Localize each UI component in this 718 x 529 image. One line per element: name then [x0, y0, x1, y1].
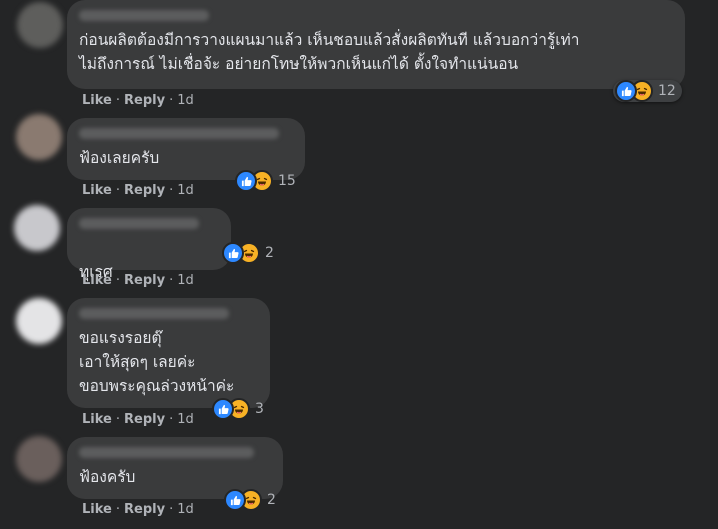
comment-text: ขอแรงรอยตุ๊ เอาให้สุดๆ เลยค่ะ ขอบพระคุณล… [79, 329, 235, 395]
like-link[interactable]: Like [82, 412, 112, 427]
author-name-blurred[interactable] [79, 308, 229, 319]
comment-text: ฟ้องครับ [79, 468, 136, 486]
reaction-count: 12 [658, 83, 676, 99]
separator: · [169, 502, 174, 517]
reaction-count: 2 [267, 492, 276, 508]
like-icon [235, 170, 257, 192]
like-link[interactable]: Like [82, 183, 112, 198]
like-icon [222, 242, 244, 264]
reaction-count: 3 [255, 401, 264, 417]
comment-bubble: ขอแรงรอยตุ๊ เอาให้สุดๆ เลยค่ะ ขอบพระคุณล… [67, 298, 270, 408]
avatar[interactable] [16, 114, 62, 160]
timestamp[interactable]: 1d [177, 93, 194, 108]
separator: · [169, 93, 174, 108]
comment-text: ก่อนผลิตต้องมีการวางแผนมาแล้ว เห็นชอบแล้… [79, 31, 580, 73]
reply-link[interactable]: Reply [124, 412, 165, 427]
comment-actions: Like · Reply · 1d [82, 183, 194, 198]
reply-link[interactable]: Reply [124, 502, 165, 517]
comment-bubble: ทุเรศ [67, 208, 231, 327]
reaction-summary[interactable]: 3 [210, 398, 270, 420]
separator: · [115, 412, 120, 427]
comment-actions: Like · Reply · 1d [82, 412, 194, 427]
reply-link[interactable]: Reply [124, 273, 165, 288]
author-name-blurred[interactable] [79, 447, 254, 458]
avatar[interactable] [16, 436, 62, 482]
timestamp[interactable]: 1d [177, 502, 194, 517]
separator: · [115, 273, 120, 288]
separator: · [169, 273, 174, 288]
avatar[interactable] [16, 298, 62, 344]
comment-actions: Like · Reply · 1d [82, 273, 194, 288]
like-icon [224, 489, 246, 511]
separator: · [169, 183, 174, 198]
avatar[interactable] [14, 205, 60, 251]
author-name-blurred[interactable] [79, 218, 199, 229]
reaction-count: 2 [265, 245, 274, 261]
like-link[interactable]: Like [82, 502, 112, 517]
separator: · [115, 93, 120, 108]
avatar[interactable] [17, 2, 63, 48]
like-link[interactable]: Like [82, 93, 112, 108]
timestamp[interactable]: 1d [177, 273, 194, 288]
reaction-count: 15 [278, 173, 296, 189]
timestamp[interactable]: 1d [177, 412, 194, 427]
reaction-summary[interactable]: 2 [220, 242, 280, 264]
comment-bubble: ก่อนผลิตต้องมีการวางแผนมาแล้ว เห็นชอบแล้… [67, 0, 685, 89]
separator: · [115, 502, 120, 517]
comment-thread: ก่อนผลิตต้องมีการวางแผนมาแล้ว เห็นชอบแล้… [0, 0, 718, 529]
reply-link[interactable]: Reply [124, 93, 165, 108]
reaction-summary[interactable]: 2 [222, 489, 282, 511]
reaction-summary[interactable]: 12 [613, 80, 682, 102]
like-icon [615, 80, 637, 102]
comment-actions: Like · Reply · 1d [82, 502, 194, 517]
reply-link[interactable]: Reply [124, 183, 165, 198]
separator: · [115, 183, 120, 198]
like-icon [212, 398, 234, 420]
separator: · [169, 412, 174, 427]
author-name-blurred[interactable] [79, 10, 209, 21]
like-link[interactable]: Like [82, 273, 112, 288]
timestamp[interactable]: 1d [177, 183, 194, 198]
comment-text: ฟ้องเลยครับ [79, 149, 160, 167]
reaction-summary[interactable]: 15 [233, 170, 302, 192]
author-name-blurred[interactable] [79, 128, 279, 139]
comment-actions: Like · Reply · 1d [82, 93, 194, 108]
